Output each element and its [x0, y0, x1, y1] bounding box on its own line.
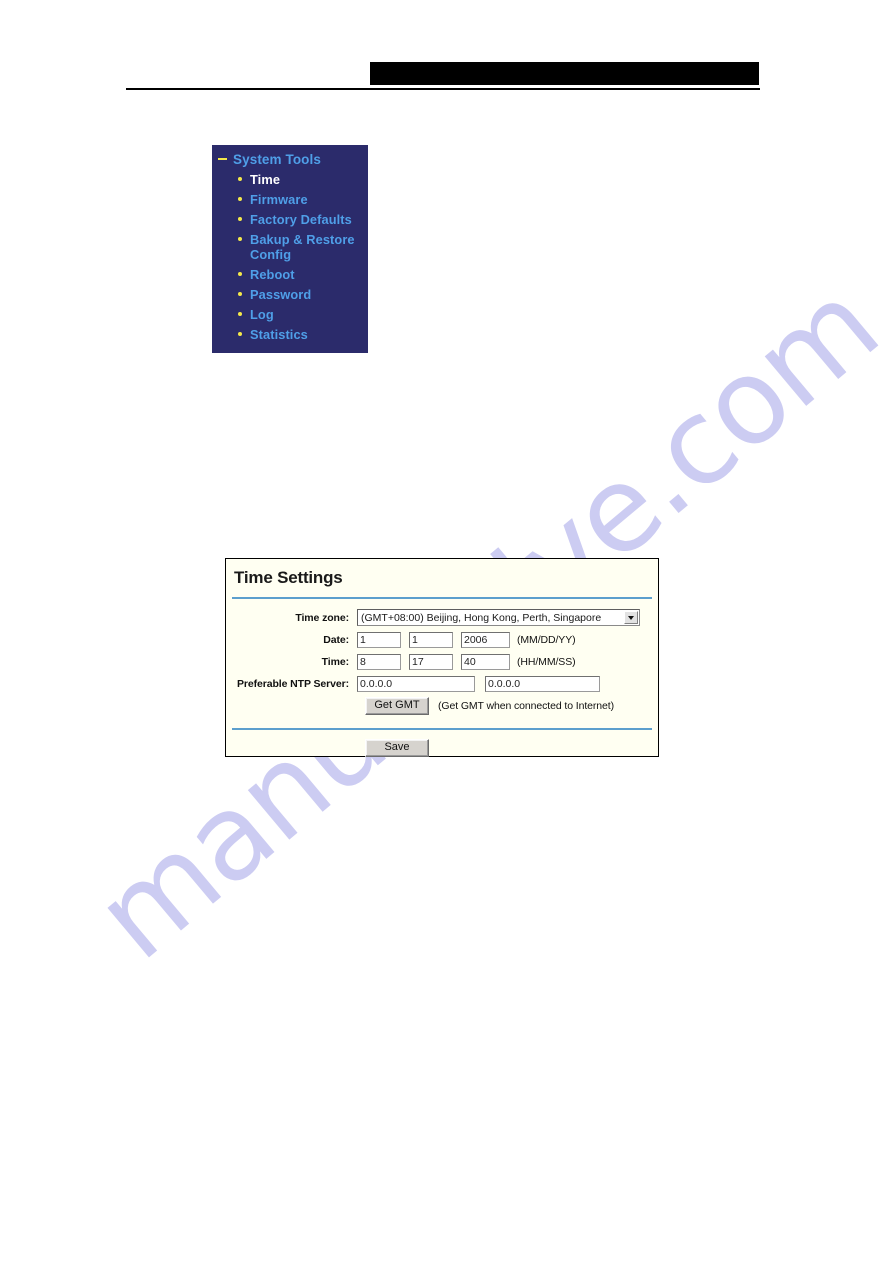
panel-title: Time Settings — [234, 568, 343, 587]
time-minute-input[interactable] — [409, 653, 453, 670]
timezone-label: Time zone: — [295, 611, 349, 624]
get-gmt-button[interactable]: Get GMT — [365, 697, 429, 715]
time-second-input[interactable] — [461, 653, 510, 670]
sidebar-item-bakup-restore-config[interactable]: Bakup & Restore Config — [238, 229, 368, 264]
sidebar-item-label: Time — [250, 171, 281, 187]
save-row: Save — [226, 730, 658, 757]
sidebar-item-label: Statistics — [250, 326, 308, 342]
minus-icon[interactable] — [218, 158, 227, 160]
sidebar-item-list: Time Firmware Factory Defaults Bakup & R… — [212, 169, 368, 344]
sidebar-navigation: System Tools Time Firmware Factory Defau… — [212, 145, 368, 353]
bullet-icon — [238, 217, 242, 221]
timezone-selected-value: (GMT+08:00) Beijing, Hong Kong, Perth, S… — [361, 611, 602, 624]
date-month-input[interactable] — [357, 631, 401, 648]
sidebar-group-label: System Tools — [233, 152, 321, 167]
time-format-hint: (HH/MM/SS) — [517, 655, 576, 668]
sidebar-item-label: Bakup & Restore Config — [250, 231, 355, 262]
bullet-icon — [238, 177, 242, 181]
date-row: Date: (MM/DD/YY) — [226, 630, 658, 649]
bullet-icon — [238, 292, 242, 296]
sidebar-item-log[interactable]: Log — [238, 304, 368, 324]
bullet-icon — [238, 312, 242, 316]
ntp-server-primary-input[interactable] — [357, 675, 475, 692]
date-format-hint: (MM/DD/YY) — [517, 633, 576, 646]
panel-body: Time zone: (GMT+08:00) Beijing, Hong Kon… — [226, 599, 658, 722]
bullet-icon — [238, 272, 242, 276]
save-button[interactable]: Save — [365, 739, 429, 757]
sidebar-item-firmware[interactable]: Firmware — [238, 189, 368, 209]
sidebar-item-statistics[interactable]: Statistics — [238, 324, 368, 344]
timezone-select[interactable]: (GMT+08:00) Beijing, Hong Kong, Perth, S… — [357, 609, 640, 626]
ntp-server-row: Preferable NTP Server: — [226, 674, 658, 693]
page-header — [0, 0, 893, 110]
sidebar-item-password[interactable]: Password — [238, 284, 368, 304]
sidebar-item-factory-defaults[interactable]: Factory Defaults — [238, 209, 368, 229]
sidebar-item-label: Password — [250, 286, 312, 302]
sidebar-item-label: Factory Defaults — [250, 211, 352, 227]
sidebar-group-system-tools[interactable]: System Tools — [212, 145, 368, 169]
header-redaction-bar — [370, 62, 759, 85]
time-settings-panel: Time Settings Time zone: (GMT+08:00) Bei… — [225, 558, 659, 757]
date-day-input[interactable] — [409, 631, 453, 648]
bullet-icon — [238, 237, 242, 241]
sidebar-item-label: Firmware — [250, 191, 308, 207]
bullet-icon — [238, 197, 242, 201]
date-label: Date: — [323, 633, 349, 646]
chevron-down-icon[interactable] — [624, 611, 638, 624]
bullet-icon — [238, 332, 242, 336]
get-gmt-row: Get GMT (Get GMT when connected to Inter… — [226, 697, 658, 715]
sidebar-item-label: Reboot — [250, 266, 295, 282]
sidebar-item-label: Log — [250, 306, 274, 322]
sidebar-item-reboot[interactable]: Reboot — [238, 264, 368, 284]
time-hour-input[interactable] — [357, 653, 401, 670]
date-year-input[interactable] — [461, 631, 510, 648]
timezone-row: Time zone: (GMT+08:00) Beijing, Hong Kon… — [226, 608, 658, 627]
sidebar-item-time[interactable]: Time — [238, 169, 368, 189]
time-label: Time: — [321, 655, 349, 668]
ntp-server-label: Preferable NTP Server: — [237, 677, 349, 690]
ntp-server-secondary-input[interactable] — [485, 675, 600, 692]
get-gmt-hint: (Get GMT when connected to Internet) — [438, 700, 614, 712]
time-row: Time: (HH/MM/SS) — [226, 652, 658, 671]
header-horizontal-rule — [126, 88, 760, 90]
